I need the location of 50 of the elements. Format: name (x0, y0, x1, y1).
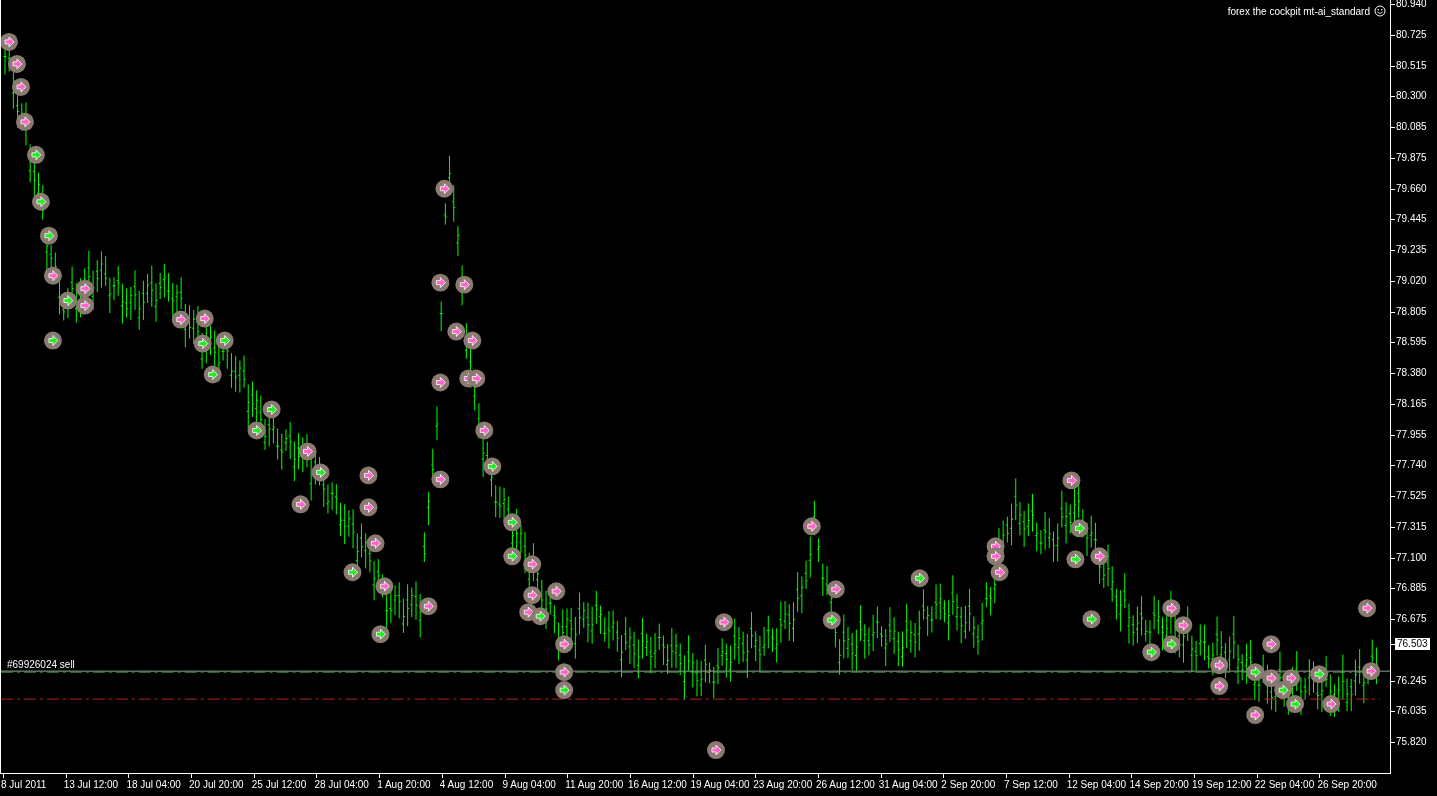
price-axis-label: 79.660 (1396, 182, 1427, 195)
price-axis-label: 80.085 (1396, 121, 1427, 133)
price-axis-label: 78.380 (1396, 367, 1427, 379)
time-axis-label: 16 Aug 12:00 (627, 779, 687, 790)
price-axis-label: 80.940 (1396, 0, 1427, 10)
price-axis-label: 79.235 (1396, 244, 1427, 256)
price-axis-label: 78.595 (1396, 336, 1427, 349)
indicator-title: forex the cockpit mt-ai_standard (1227, 5, 1370, 17)
price-axis-label: 79.020 (1396, 274, 1427, 287)
price-axis-label: 76.035 (1396, 705, 1427, 718)
price-axis-label: 77.740 (1396, 459, 1427, 472)
time-axis-label: 22 Sep 04:00 (1254, 779, 1315, 790)
price-axis-label: 76.245 (1396, 674, 1427, 687)
time-axis-label: 28 Jul 04:00 (314, 779, 369, 790)
time-axis-label: 25 Jul 12:00 (251, 779, 307, 790)
current-price-label: 76.503 (1395, 637, 1430, 650)
time-axis-label: 26 Sep 20:00 (1317, 779, 1377, 790)
price-axis-label: 77.100 (1396, 551, 1427, 564)
price-axis-label: 80.725 (1396, 28, 1427, 41)
price-axis-label: 76.885 (1396, 582, 1427, 595)
time-axis-label: 26 Aug 12:00 (815, 779, 875, 790)
order-label: #69926024 sell (7, 659, 75, 670)
time-axis-label: 31 Aug 04:00 (878, 779, 938, 790)
time-axis-label: 1 Aug 20:00 (377, 779, 431, 790)
time-axis-label: 18 Jul 04:00 (126, 779, 181, 790)
price-axis-label: 77.525 (1396, 490, 1427, 502)
time-axis-label: 8 Jul 2011 (1, 779, 47, 790)
price-axis-label: 77.315 (1396, 520, 1427, 533)
price-axis-label: 77.955 (1396, 428, 1427, 441)
price-axis-label: 78.165 (1396, 397, 1427, 410)
time-axis-label: 13 Jul 12:00 (63, 779, 119, 790)
price-axis-label: 80.515 (1396, 59, 1427, 72)
time-axis-label: 2 Sep 20:00 (941, 779, 996, 790)
time-axis-label: 4 Aug 12:00 (439, 779, 494, 790)
price-axis-label: 76.675 (1396, 613, 1427, 625)
time-axis-label: 14 Sep 20:00 (1129, 779, 1189, 790)
time-axis-label: 7 Sep 12:00 (1004, 779, 1058, 790)
time-axis-label: 11 Aug 20:00 (565, 779, 624, 790)
price-axis-label: 79.445 (1396, 213, 1427, 226)
price-axis-label: 80.300 (1396, 90, 1427, 103)
price-axis-label: 75.820 (1396, 736, 1427, 748)
smiley-icon (1374, 5, 1386, 17)
price-axis-label: 79.875 (1396, 151, 1427, 164)
time-axis-label: 19 Sep 12:00 (1192, 779, 1252, 790)
time-axis-label: 9 Aug 04:00 (502, 779, 556, 790)
price-axis-label: 78.805 (1396, 305, 1427, 318)
time-axis-label: 20 Jul 20:00 (189, 779, 244, 790)
time-axis-label: 23 Aug 20:00 (753, 779, 813, 790)
time-axis-label: 19 Aug 04:00 (690, 779, 750, 790)
time-axis-label: 12 Sep 04:00 (1066, 779, 1127, 790)
